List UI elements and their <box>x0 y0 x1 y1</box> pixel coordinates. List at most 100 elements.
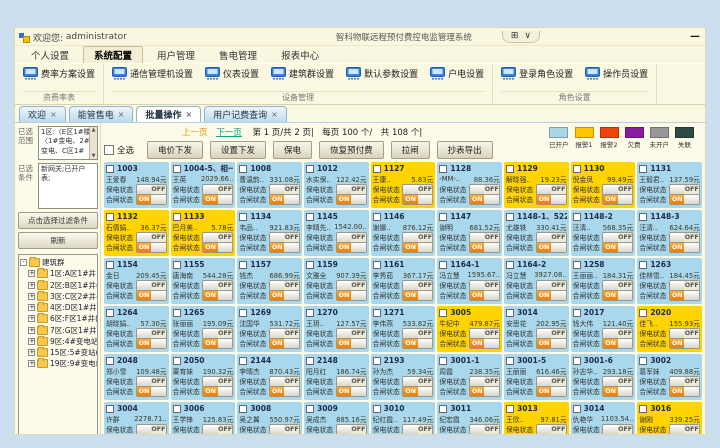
room-checkbox[interactable] <box>239 405 247 413</box>
switch-toggle[interactable]: ON <box>536 386 567 397</box>
expander-icon[interactable]: - <box>20 259 27 266</box>
switch-toggle[interactable]: ON <box>202 194 233 205</box>
expander-icon[interactable]: + <box>28 315 35 322</box>
switch-toggle[interactable]: ON <box>469 434 500 436</box>
switch-toggle[interactable]: ON <box>336 194 367 205</box>
protect-toggle[interactable]: OFF <box>336 232 367 243</box>
protect-toggle[interactable]: OFF <box>602 376 633 387</box>
selected-range-listbox[interactable]: 1区:〈E区1#楼〈1#变电、2#变电、C区1#▲▼ <box>38 126 98 160</box>
protect-toggle[interactable]: OFF <box>602 184 633 195</box>
protect-toggle[interactable]: OFF <box>136 184 167 195</box>
room-checkbox[interactable] <box>639 309 647 317</box>
room-checkbox[interactable] <box>439 261 447 269</box>
protect-toggle[interactable]: OFF <box>202 328 233 339</box>
protect-toggle[interactable]: OFF <box>536 328 567 339</box>
doc-tab-2[interactable]: 能管售电× <box>69 106 134 122</box>
protect-toggle[interactable]: OFF <box>669 232 700 243</box>
switch-toggle[interactable]: ON <box>602 386 633 397</box>
room-checkbox[interactable] <box>373 213 381 221</box>
switch-toggle[interactable]: ON <box>202 242 233 253</box>
switch-toggle[interactable]: ON <box>136 290 167 301</box>
ribbon-button[interactable]: 费率方案设置 <box>23 67 95 80</box>
protect-toggle[interactable]: OFF <box>469 280 500 291</box>
room-checkbox[interactable] <box>573 357 581 365</box>
switch-toggle[interactable]: ON <box>336 386 367 397</box>
ribbon-style-control[interactable]: ⊞ ∨ <box>502 31 540 43</box>
doc-tab-3[interactable]: 批量操作× <box>136 106 201 122</box>
protect-toggle[interactable]: OFF <box>136 232 167 243</box>
switch-toggle[interactable]: ON <box>136 242 167 253</box>
room-checkbox[interactable] <box>639 357 647 365</box>
protect-toggle[interactable]: OFF <box>469 184 500 195</box>
prev-page-link[interactable]: 上一页 <box>182 128 208 138</box>
switch-toggle[interactable]: ON <box>269 290 300 301</box>
switch-toggle[interactable]: ON <box>269 338 300 349</box>
switch-toggle[interactable]: ON <box>136 434 167 436</box>
protect-toggle[interactable]: OFF <box>202 232 233 243</box>
protect-toggle[interactable]: OFF <box>669 376 700 387</box>
switch-toggle[interactable]: ON <box>269 434 300 436</box>
switch-toggle[interactable]: ON <box>669 242 700 253</box>
room-checkbox[interactable] <box>306 213 314 221</box>
protect-toggle[interactable]: OFF <box>469 376 500 387</box>
tree-item[interactable]: +4区:D区1#井(D <box>20 302 96 313</box>
protect-toggle[interactable]: OFF <box>336 184 367 195</box>
close-icon[interactable]: × <box>50 111 57 119</box>
switch-toggle[interactable]: ON <box>602 242 633 253</box>
room-checkbox[interactable] <box>239 261 247 269</box>
protect-toggle[interactable]: OFF <box>669 280 700 291</box>
room-checkbox[interactable] <box>239 309 247 317</box>
refresh-button[interactable]: 刷新 <box>18 232 98 249</box>
ribbon-button[interactable]: 操作员设置 <box>585 67 648 80</box>
switch-toggle[interactable]: ON <box>136 386 167 397</box>
protect-toggle[interactable]: OFF <box>469 328 500 339</box>
protect-toggle[interactable]: OFF <box>602 280 633 291</box>
room-checkbox[interactable] <box>373 165 381 173</box>
minimize-button[interactable]: — <box>690 33 700 41</box>
protect-toggle[interactable]: OFF <box>136 376 167 387</box>
tree-item[interactable]: +15区:5#变站(3 <box>20 347 96 358</box>
protect-toggle[interactable]: OFF <box>536 280 567 291</box>
expander-icon[interactable]: + <box>28 360 35 367</box>
protect-toggle[interactable]: OFF <box>536 232 567 243</box>
action-button-2[interactable]: 设置下发 <box>210 141 266 159</box>
action-button-5[interactable]: 拉闸 <box>391 141 430 159</box>
switch-toggle[interactable]: ON <box>669 434 700 436</box>
protect-toggle[interactable]: OFF <box>402 184 433 195</box>
room-checkbox[interactable] <box>639 165 647 173</box>
switch-toggle[interactable]: ON <box>669 386 700 397</box>
protect-toggle[interactable]: OFF <box>602 424 633 435</box>
switch-toggle[interactable]: ON <box>136 194 167 205</box>
ribbon-button[interactable]: 通信管理机设置 <box>112 67 193 80</box>
action-button-1[interactable]: 电价下发 <box>147 141 203 159</box>
switch-toggle[interactable]: ON <box>602 194 633 205</box>
switch-toggle[interactable]: ON <box>669 194 700 205</box>
switch-toggle[interactable]: ON <box>602 290 633 301</box>
protect-toggle[interactable]: OFF <box>469 424 500 435</box>
switch-toggle[interactable]: ON <box>269 194 300 205</box>
room-checkbox[interactable] <box>506 213 514 221</box>
room-checkbox[interactable] <box>573 405 581 413</box>
expander-icon[interactable]: + <box>28 338 35 345</box>
room-checkbox[interactable] <box>173 261 181 269</box>
switch-toggle[interactable]: ON <box>536 338 567 349</box>
expander-icon[interactable]: + <box>28 282 35 289</box>
switch-toggle[interactable]: ON <box>336 338 367 349</box>
room-checkbox[interactable] <box>306 165 314 173</box>
doc-tab-4[interactable]: 用户记费查询× <box>204 106 287 122</box>
protect-toggle[interactable]: OFF <box>336 424 367 435</box>
action-button-3[interactable]: 保电 <box>273 141 312 159</box>
room-checkbox[interactable] <box>173 213 181 221</box>
chevron-down-icon[interactable]: ∨ <box>524 31 531 41</box>
room-checkbox[interactable] <box>373 309 381 317</box>
switch-toggle[interactable]: ON <box>536 242 567 253</box>
room-checkbox[interactable] <box>239 213 247 221</box>
switch-toggle[interactable]: ON <box>536 290 567 301</box>
tree-item[interactable]: +1区:A区1#井 <box>20 268 96 279</box>
action-button-6[interactable]: 抄表导出 <box>437 141 493 159</box>
menu-tab-3[interactable]: 用户管理 <box>147 47 205 63</box>
switch-toggle[interactable]: ON <box>336 434 367 436</box>
room-checkbox[interactable] <box>173 357 181 365</box>
room-checkbox[interactable] <box>106 309 114 317</box>
protect-toggle[interactable]: OFF <box>269 280 300 291</box>
